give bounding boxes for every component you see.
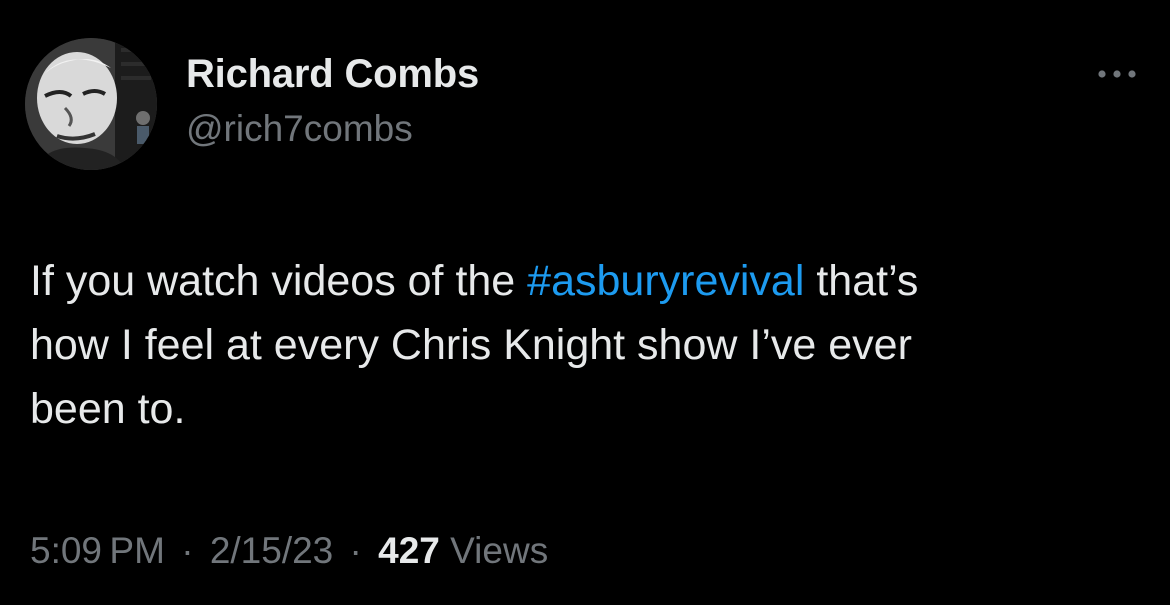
tweet-meta: 5:09 PM · 2/15/23 · 427 Views xyxy=(30,530,548,572)
tweet-text-line-1: If you watch videos of the #asburyreviva… xyxy=(30,249,1130,313)
avatar[interactable] xyxy=(25,38,157,170)
tweet-time[interactable]: 5:09 PM xyxy=(30,530,165,571)
author-display-name[interactable]: Richard Combs xyxy=(186,52,479,97)
ellipsis-icon xyxy=(1098,70,1136,78)
profile-photo-icon xyxy=(25,38,157,170)
tweet-text: If you watch videos of the #asburyreviva… xyxy=(30,249,1130,441)
separator-dot: · xyxy=(349,530,362,571)
tweet-text-segment: that’s xyxy=(804,257,919,305)
tweet-date[interactable]: 2/15/23 xyxy=(210,530,333,571)
tweet: Richard Combs @rich7combs If you watch v… xyxy=(0,0,1170,605)
author-handle[interactable]: @rich7combs xyxy=(186,108,413,150)
views-label[interactable]: Views xyxy=(450,530,548,571)
tweet-text-line-3: been to. xyxy=(30,385,186,433)
tweet-text-segment: If you watch videos of the xyxy=(30,257,528,305)
tweet-text-line-2: how I feel at every Chris Knight show I’… xyxy=(30,321,912,369)
separator-dot: · xyxy=(181,530,194,571)
views-count[interactable]: 427 xyxy=(378,530,440,571)
hashtag-link[interactable]: #asburyrevival xyxy=(527,257,804,305)
more-options-button[interactable] xyxy=(1092,60,1142,88)
